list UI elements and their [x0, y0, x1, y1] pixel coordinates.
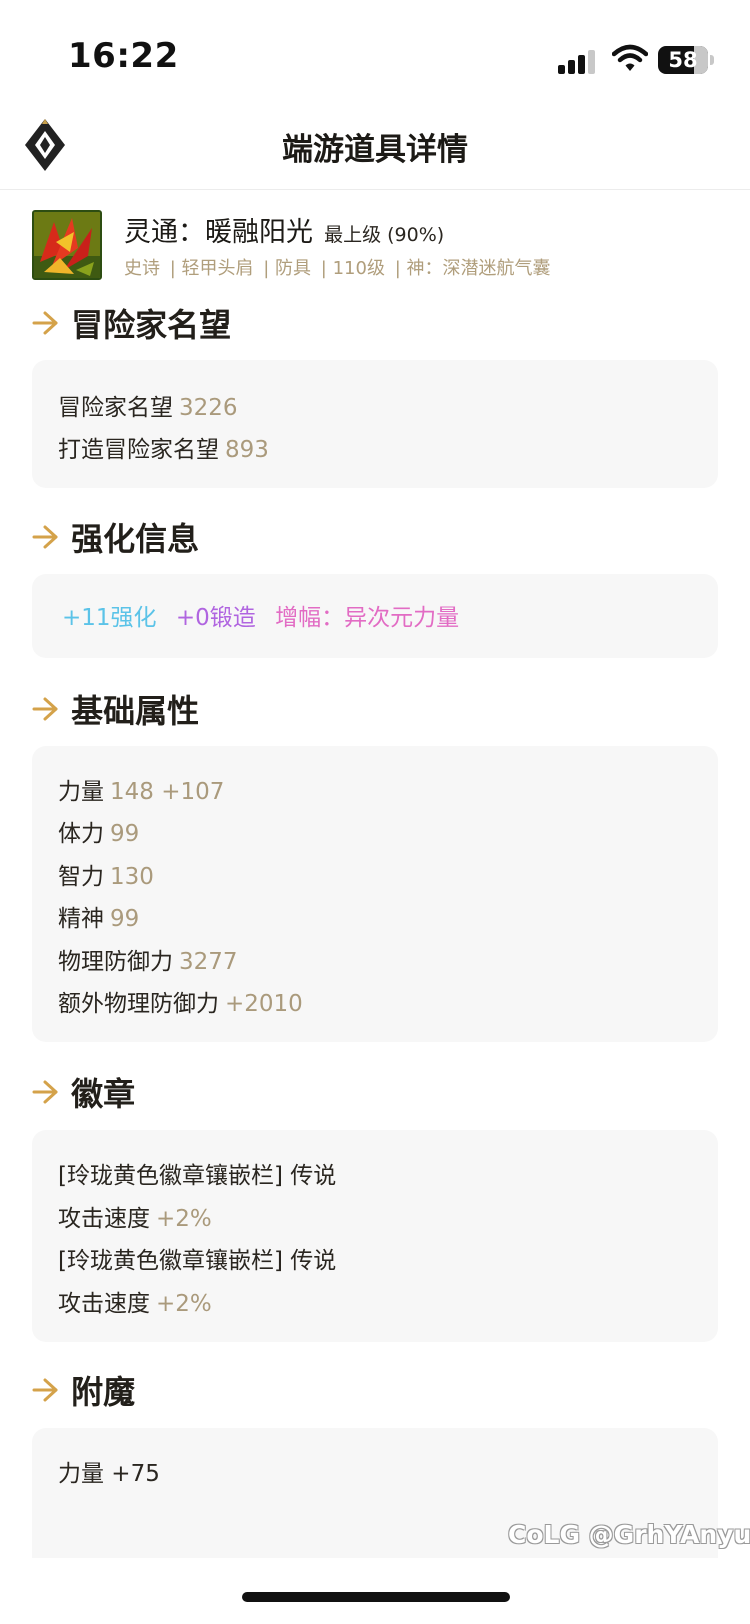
watermark: CoLG @GrhYAnyu	[508, 1520, 750, 1549]
item-header: 灵通：暖融阳光 最上级 (90%) 史诗 | 轻甲头肩 | 防具 | 110级 …	[32, 210, 722, 282]
item-name: 灵通：暖融阳光	[124, 217, 313, 248]
item-rarity: 史诗	[124, 258, 160, 279]
section-title-base: 基础属性	[32, 686, 199, 730]
item-origin: | 神：深潜迷航气囊	[394, 258, 551, 279]
section-title-emblem: 徽章	[32, 1069, 135, 1113]
status-bar: 16:22 58	[0, 0, 750, 110]
item-thumbnail	[32, 210, 102, 280]
emblem-card: [玲珑黄色徽章镶嵌栏] 传说 攻击速度 +2% [玲珑黄色徽章镶嵌栏] 传说 攻击…	[32, 1130, 718, 1342]
item-meta: 史诗 | 轻甲头肩 | 防具 | 110级 | 神：深潜迷航气囊	[124, 254, 554, 280]
stat-line: 攻击速度 +2%	[58, 1206, 212, 1232]
stat-line: 智力 130	[58, 864, 154, 890]
signal-icon	[558, 50, 598, 74]
emblem-slot: [玲珑黄色徽章镶嵌栏] 传说	[58, 1163, 337, 1189]
section-arrow-icon	[32, 525, 58, 549]
page-title: 端游道具详情	[282, 132, 468, 168]
section-arrow-icon	[32, 697, 58, 721]
reinforce-level: +11强化	[62, 605, 157, 631]
stat-line: 体力 99	[58, 821, 140, 847]
emblem-slot: [玲珑黄色徽章镶嵌栏] 传说	[58, 1248, 337, 1274]
section-arrow-icon	[32, 1378, 58, 1402]
stat-line: 力量 +75	[58, 1461, 160, 1487]
bottom-safe-area	[0, 1558, 750, 1624]
stat-line: 额外物理防御力 +2010	[58, 991, 303, 1017]
stat-line: 攻击速度 +2%	[58, 1291, 212, 1317]
amplify-info: 增幅：异次元力量	[275, 605, 460, 631]
item-category: | 防具	[263, 258, 312, 279]
stat-line: 打造冒险家名望 893	[58, 437, 269, 463]
wifi-icon	[611, 44, 649, 74]
stat-line: 物理防御力 3277	[58, 949, 238, 975]
status-time: 16:22	[68, 36, 179, 76]
home-indicator[interactable]	[242, 1592, 510, 1602]
stat-line: 力量 148 +107	[58, 779, 225, 805]
base-attributes-card: 力量 148 +107 体力 99 智力 130 精神 99 物理防御力 3277 额外物…	[32, 746, 718, 1042]
stat-line: 精神 99	[58, 906, 140, 932]
item-level: | 110级	[320, 258, 385, 279]
section-title-enhance: 强化信息	[32, 514, 199, 558]
reputation-card: 冒险家名望 3226 打造冒险家名望 893	[32, 360, 718, 488]
stat-line: 冒险家名望 3226	[58, 395, 238, 421]
section-arrow-icon	[32, 1080, 58, 1104]
section-title-reputation: 冒险家名望	[32, 300, 231, 344]
item-type: | 轻甲头肩	[169, 258, 254, 279]
section-arrow-icon	[32, 311, 58, 335]
battery-level: 58	[668, 48, 698, 72]
section-title-enchant: 附魔	[32, 1367, 135, 1411]
enhance-card: +11强化 +0锻造 增幅：异次元力量	[32, 574, 718, 658]
battery-icon: 58	[658, 46, 714, 74]
nav-bar: 端游道具详情	[0, 110, 750, 190]
forge-level: +0锻造	[175, 605, 256, 631]
enhance-info: +11强化 +0锻造 增幅：异次元力量	[62, 598, 471, 632]
item-grade: 最上级 (90%)	[324, 224, 445, 246]
